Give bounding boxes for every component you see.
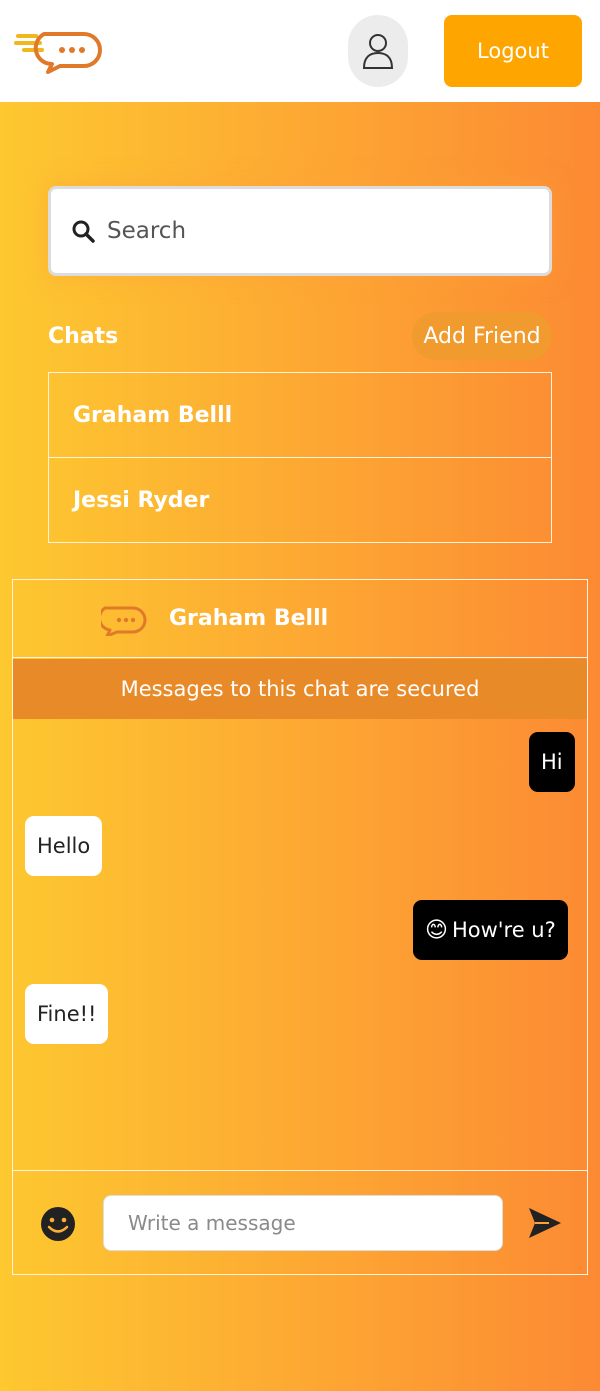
chat-header: Graham Belll xyxy=(13,580,587,658)
chat-contact-name: Graham Belll xyxy=(169,606,329,631)
main-panel: Chats Add Friend Graham Belll Jessi Ryde… xyxy=(0,102,600,1391)
message-text: Hi xyxy=(541,750,563,774)
message-text: Fine!! xyxy=(37,1002,97,1026)
chat-bubble-icon xyxy=(101,606,147,636)
send-icon[interactable] xyxy=(527,1205,563,1241)
smiley-icon[interactable] xyxy=(39,1205,77,1243)
search-input[interactable] xyxy=(107,218,507,244)
message-bubble-incoming: Hello xyxy=(25,816,103,876)
logout-button[interactable]: Logout xyxy=(444,15,582,87)
message-bubble-incoming: Fine!! xyxy=(25,984,109,1044)
chat-list-item[interactable]: Jessi Ryder xyxy=(49,458,551,543)
chat-window: Graham Belll Messages to this chat are s… xyxy=(12,579,588,1275)
user-icon xyxy=(362,34,394,69)
search-bar[interactable] xyxy=(48,186,552,276)
message-composer xyxy=(13,1170,587,1274)
top-header: Logout xyxy=(0,0,600,102)
smiling-face-emoji: 😊 xyxy=(425,917,448,943)
message-bubble-outgoing: Hi xyxy=(529,732,575,792)
profile-button[interactable] xyxy=(348,15,408,87)
message-text: How're u? xyxy=(451,918,556,942)
secure-notice-banner: Messages to this chat are secured xyxy=(13,659,587,719)
message-bubble-outgoing: 😊 How're u? xyxy=(413,900,568,960)
search-icon xyxy=(72,220,95,243)
chat-bubble-logo-icon[interactable] xyxy=(14,26,104,74)
message-input[interactable] xyxy=(103,1195,503,1251)
chats-heading: Chats xyxy=(48,324,119,349)
add-friend-button[interactable]: Add Friend xyxy=(412,312,552,360)
chat-list: Graham Belll Jessi Ryder xyxy=(48,372,552,543)
chat-list-item[interactable]: Graham Belll xyxy=(49,373,551,458)
message-text: Hello xyxy=(37,834,91,858)
